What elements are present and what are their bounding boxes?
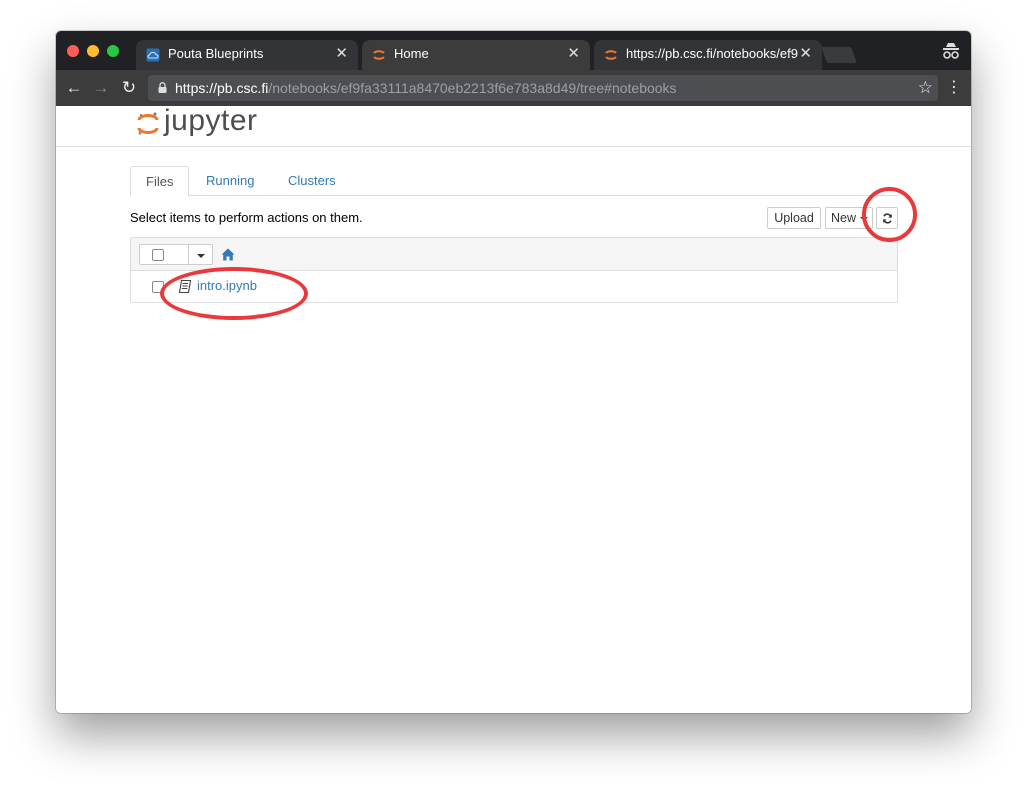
jupyter-favicon-icon xyxy=(373,50,385,60)
url-text: https://pb.csc.fi/notebooks/ef9fa33111a8… xyxy=(175,75,677,101)
instructions-text: Select items to perform actions on them. xyxy=(130,210,363,225)
jupyter-favicon-icon xyxy=(605,50,617,60)
new-dropdown-button[interactable]: New xyxy=(825,207,873,229)
page-content: jupyter Files Running Clusters Select it… xyxy=(56,104,971,713)
tab-clusters[interactable]: Clusters xyxy=(273,166,351,196)
tab-close-icon[interactable]: ✕ xyxy=(335,40,348,68)
jupyter-logo-text[interactable]: jupyter xyxy=(164,104,258,138)
close-window-button[interactable] xyxy=(67,45,79,57)
caret-down-icon xyxy=(860,217,868,221)
jupyter-tabs: Files Running Clusters xyxy=(130,166,898,197)
select-dropdown-button[interactable] xyxy=(188,244,213,265)
refresh-button[interactable] xyxy=(876,207,898,229)
select-all-control[interactable] xyxy=(139,244,189,265)
tab-running[interactable]: Running xyxy=(191,166,269,196)
tab-close-icon[interactable]: ✕ xyxy=(567,40,580,68)
lock-icon xyxy=(158,82,167,93)
upload-button[interactable]: Upload xyxy=(767,207,821,229)
jupyter-header: jupyter xyxy=(56,104,971,147)
caret-down-icon xyxy=(197,254,205,258)
browser-menu-icon[interactable]: ⋮ xyxy=(944,70,964,106)
tab-title: https://pb.csc.fi/notebooks/ef9 xyxy=(626,46,798,61)
new-tab-button[interactable] xyxy=(821,47,857,63)
address-bar[interactable]: https://pb.csc.fi/notebooks/ef9fa33111a8… xyxy=(148,75,938,101)
back-arrow-icon[interactable]: ← xyxy=(62,70,86,106)
new-button-label: New xyxy=(831,211,857,225)
reload-icon[interactable]: ↻ xyxy=(117,70,141,106)
incognito-icon xyxy=(943,43,959,59)
notebook-icon xyxy=(179,280,191,293)
cloud-icon xyxy=(146,48,160,62)
browser-tab-notebook-url[interactable]: https://pb.csc.fi/notebooks/ef9 ✕ xyxy=(594,40,822,70)
tab-strip: Pouta Blueprints ✕ Home ✕ https://pb.csc… xyxy=(56,31,971,70)
browser-tab-home[interactable]: Home ✕ xyxy=(362,40,590,70)
tab-title: Pouta Blueprints xyxy=(168,46,264,61)
url-path: /notebooks/ef9fa33111a8470eb2213f6e783a8… xyxy=(268,80,677,96)
browser-window: Pouta Blueprints ✕ Home ✕ https://pb.csc… xyxy=(56,31,971,713)
bookmark-star-icon[interactable]: ☆ xyxy=(918,75,933,101)
browser-toolbar: ← → ↻ https://pb.csc.fi/notebooks/ef9fa3… xyxy=(56,70,971,106)
maximize-window-button[interactable] xyxy=(107,45,119,57)
file-link[interactable]: intro.ipynb xyxy=(197,278,257,293)
refresh-icon xyxy=(883,213,892,224)
forward-arrow-icon[interactable]: → xyxy=(89,70,113,106)
browser-tab-pouta-blueprints[interactable]: Pouta Blueprints ✕ xyxy=(136,40,358,70)
tab-title: Home xyxy=(394,46,429,61)
tab-close-icon[interactable]: ✕ xyxy=(799,40,812,68)
select-all-checkbox[interactable] xyxy=(152,249,164,261)
file-list: intro.ipynb xyxy=(130,237,898,303)
home-icon[interactable] xyxy=(221,248,235,261)
tab-files[interactable]: Files xyxy=(130,166,190,197)
minimize-window-button[interactable] xyxy=(87,45,99,57)
url-host: https://pb.csc.fi xyxy=(175,80,269,96)
jupyter-logo-icon[interactable] xyxy=(136,111,160,137)
file-checkbox[interactable] xyxy=(152,281,164,293)
file-list-header xyxy=(131,238,897,271)
list-item[interactable]: intro.ipynb xyxy=(131,271,897,302)
